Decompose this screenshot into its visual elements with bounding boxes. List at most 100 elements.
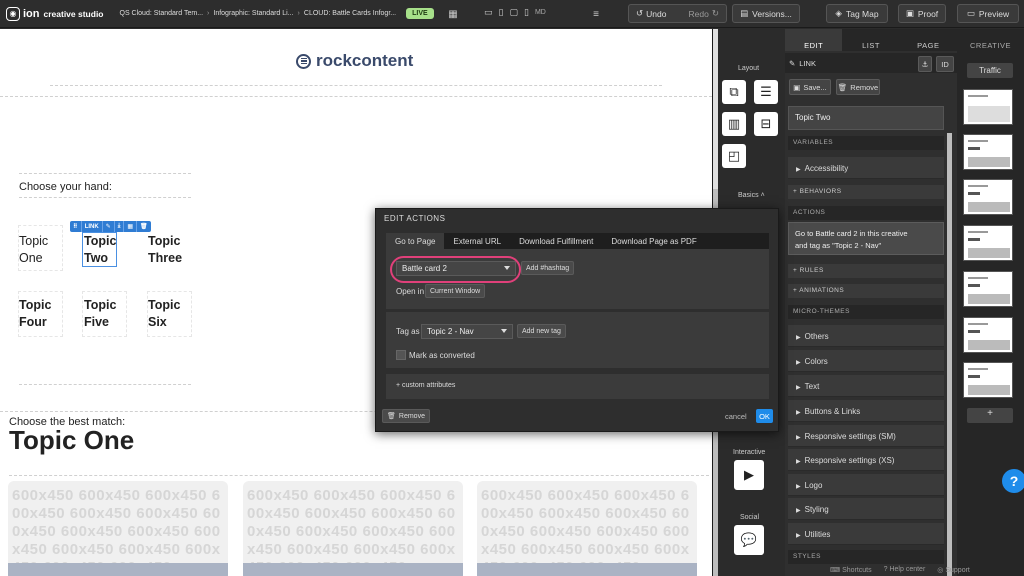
tab-go-to-page[interactable]: Go to Page — [386, 233, 445, 249]
battle-card[interactable]: 600x450 600x450 600x450 600x450 600x450 … — [243, 481, 463, 576]
desktop-icon[interactable]: ▭ — [484, 7, 493, 18]
element-type-label: LINK — [82, 221, 103, 232]
undo-button[interactable]: ↺ Undo — [636, 8, 666, 19]
tab-list[interactable]: LIST — [842, 29, 899, 51]
page-thumbnail[interactable] — [963, 179, 1013, 215]
traffic-button[interactable]: Traffic — [967, 63, 1013, 78]
support-link[interactable]: ◎ Support — [937, 566, 970, 574]
topic-four-link[interactable]: Topic Four — [19, 297, 51, 331]
micro-theme-item[interactable]: Colors — [788, 350, 944, 372]
anchor-icon[interactable]: ⚓ — [918, 56, 932, 72]
columns-layout-icon[interactable]: ▥ — [722, 112, 746, 136]
comment-icon[interactable]: 💬 — [734, 525, 764, 555]
properties-scrollbar[interactable] — [947, 133, 952, 576]
logo-subtitle: creative studio — [43, 8, 104, 19]
undo-redo-group: ↺ Undo Redo ↻ — [628, 4, 727, 23]
tab-page[interactable]: PAGE — [900, 29, 957, 51]
action-summary[interactable]: Go to Battle card 2 in this creative and… — [788, 222, 944, 255]
save-button[interactable]: ▣ Save... — [789, 79, 831, 95]
tab-edit[interactable]: EDIT — [785, 29, 843, 51]
redo-button[interactable]: Redo ↻ — [689, 8, 719, 19]
micro-theme-item[interactable]: Responsive settings (XS) — [788, 449, 944, 471]
topic-five-link[interactable]: Topic Five — [84, 297, 116, 331]
remove-button[interactable]: 🗑 Remove — [836, 79, 880, 95]
page-thumbnail[interactable] — [963, 134, 1013, 170]
versions-button[interactable]: ▤ Versions... — [732, 4, 800, 23]
selected-element-outline — [82, 232, 117, 267]
page-thumbnail[interactable] — [963, 362, 1013, 398]
behaviors-header[interactable]: + BEHAVIORS — [788, 185, 944, 199]
tablet-icon[interactable]: ▢ — [509, 7, 518, 18]
video-player-icon[interactable]: ▶ — [734, 460, 764, 490]
placeholder-image: 600x450 600x450 600x450 600x450 600x450 … — [12, 487, 221, 576]
download-icon[interactable]: ⤓ — [115, 221, 125, 232]
micro-theme-item[interactable]: Responsive settings (SM) — [788, 425, 944, 447]
tab-external-url[interactable]: External URL — [444, 233, 510, 249]
animations-header[interactable]: + ANIMATIONS — [788, 284, 944, 298]
shortcuts-link[interactable]: ⌨ Shortcuts — [830, 566, 872, 574]
micro-theme-item[interactable]: Buttons & Links — [788, 400, 944, 422]
tag-select[interactable]: Topic 2 - Nav — [421, 324, 513, 339]
mark-converted-checkbox[interactable] — [396, 350, 406, 360]
add-page-button[interactable]: + — [967, 408, 1013, 423]
help-button[interactable]: ? — [1002, 469, 1024, 493]
trash-icon: 🗑 — [387, 413, 396, 420]
micro-theme-item[interactable]: Text — [788, 375, 944, 397]
topic-three-link[interactable]: Topic Three — [148, 233, 182, 267]
micro-theme-item[interactable]: Logo — [788, 474, 944, 496]
trash-icon[interactable]: 🗑 — [137, 221, 151, 232]
calendar-icon[interactable]: ▦ — [446, 7, 460, 21]
phone-icon[interactable]: ▯ — [524, 7, 529, 18]
container-layout-icon[interactable]: ◰ — [722, 144, 746, 168]
battle-card[interactable]: 600x450 600x450 600x450 600x450 600x450 … — [8, 481, 228, 576]
basics-section-label[interactable]: Basics ˄ — [738, 192, 765, 199]
footer-links: ⌨ Shortcuts ? Help center ◎ Support — [830, 566, 970, 574]
topic-one-link[interactable]: Topic One — [19, 233, 48, 267]
page-thumbnail[interactable] — [963, 89, 1013, 125]
tag-map-button[interactable]: ◈ Tag Map — [826, 4, 888, 23]
drag-handle-icon[interactable]: ⠿ — [70, 221, 82, 232]
rules-header[interactable]: + RULES — [788, 264, 944, 278]
help-center-link[interactable]: ? Help center — [884, 566, 926, 574]
tab-download-pdf[interactable]: Download Page as PDF — [602, 233, 705, 249]
ion-logo[interactable]: ◉ ion creative studio — [6, 6, 104, 21]
duplicate-icon[interactable]: ▦ — [124, 221, 138, 232]
chevron-down-icon — [501, 329, 507, 333]
breadcrumb-item[interactable]: QS Cloud: Standard Tem... — [120, 10, 204, 17]
edit-icon[interactable]: ✎ — [103, 221, 115, 232]
accessibility-item[interactable]: Accessibility — [788, 157, 944, 179]
add-new-tag-button[interactable]: Add new tag — [517, 324, 566, 338]
page-thumbnail[interactable] — [963, 271, 1013, 307]
micro-theme-item[interactable]: Utilities — [788, 523, 944, 545]
tab-download-fulfillment[interactable]: Download Fulfillment — [510, 233, 602, 249]
id-button[interactable]: ID — [936, 56, 954, 72]
proof-button[interactable]: ▣ Proof — [898, 4, 946, 23]
section-guide — [19, 173, 191, 174]
custom-attributes-link[interactable]: + custom attributes — [396, 382, 455, 389]
cancel-button[interactable]: cancel — [725, 412, 747, 421]
preview-button[interactable]: ▭ Preview — [957, 4, 1019, 23]
page-thumbnail[interactable] — [963, 317, 1013, 353]
scroll-thumb[interactable] — [713, 29, 718, 189]
sliders-icon[interactable]: ≡ — [589, 7, 603, 21]
live-badge: LIVE — [406, 8, 434, 19]
social-section-label: Social — [740, 514, 760, 521]
open-in-select[interactable]: Current Window — [425, 284, 486, 298]
section-guide — [19, 384, 191, 385]
element-name-field[interactable]: Topic Two — [788, 106, 944, 130]
page-thumbnail[interactable] — [963, 225, 1013, 261]
remove-action-button[interactable]: 🗑 Remove — [382, 409, 430, 423]
laptop-icon[interactable]: ▯ — [499, 7, 504, 18]
topic-six-link[interactable]: Topic Six — [148, 297, 180, 331]
breadcrumb-item[interactable]: CLOUD: Battle Cards Infogr... — [304, 10, 396, 17]
breadcrumb-item[interactable]: Infographic: Standard Li... — [213, 10, 293, 17]
ok-button[interactable]: OK — [756, 409, 773, 423]
micro-theme-item[interactable]: Others — [788, 325, 944, 347]
battle-card[interactable]: 600x450 600x450 600x450 600x450 600x450 … — [477, 481, 697, 576]
responsive-layout-icon[interactable]: ⧉ — [722, 80, 746, 104]
add-hashtag-button[interactable]: Add #hashtag — [521, 261, 575, 275]
rows-layout-icon[interactable]: ☰ — [754, 80, 778, 104]
section-layout-icon[interactable]: ⊟ — [754, 112, 778, 136]
micro-theme-item[interactable]: Styling — [788, 498, 944, 520]
interactive-section-label: Interactive — [733, 449, 766, 456]
